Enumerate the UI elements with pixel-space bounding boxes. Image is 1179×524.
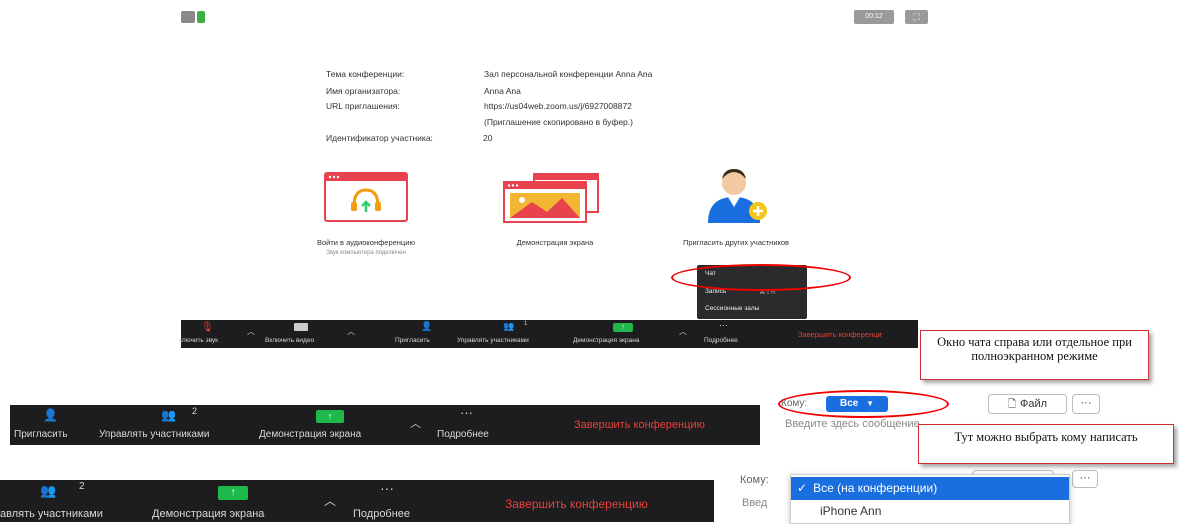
menu-item-breakout-rooms[interactable]: Сессионные залы [705, 305, 759, 312]
participant-count: 1 [524, 321, 528, 327]
dropdown-option-label: Все (на конференции) [813, 481, 938, 495]
fullscreen-icon[interactable]: ⛶ [905, 10, 928, 24]
toolbar-small: 🎙 ключить звук ︿ Включить видео ︿ 👤 Приг… [179, 320, 918, 348]
join-audio-label: Войти в аудиоконференцию [316, 238, 416, 247]
file-button-label: Файл [1020, 398, 1048, 410]
more-dots-icon[interactable]: ··· [380, 480, 394, 496]
topic-value: Зал персональной конференции Anna Ana [484, 69, 653, 79]
manage-participants-label[interactable]: Управлять участниками [457, 337, 529, 344]
topic-label: Тема конференции: [326, 69, 405, 79]
dropdown-option-iphone-ann[interactable]: iPhone Ann [820, 504, 881, 518]
annotation-note-chat-window: Окно чата справа или отдельное при полно… [920, 330, 1149, 380]
share-screen-label[interactable]: Демонстрация экрана [259, 429, 361, 440]
participant-count: 2 [192, 406, 198, 416]
audio-connected-label: Звук компьютера подключен [326, 250, 406, 256]
chat-more-button[interactable]: ··· [1072, 394, 1100, 414]
more-dots-icon[interactable]: ··· [719, 320, 728, 330]
checkmark-icon: ✓ [797, 481, 808, 495]
end-meeting-button[interactable]: Завершить конференцию [505, 497, 648, 511]
annotation-note-recipient: Тут можно выбрать кому написать [918, 424, 1174, 464]
url-label: URL приглашения: [326, 101, 400, 111]
more-label[interactable]: Подробнее [437, 429, 489, 440]
info-icon[interactable] [181, 11, 195, 23]
invite-icon[interactable]: 👤 [421, 321, 432, 332]
lock-icon[interactable] [197, 11, 205, 23]
share-chevron-icon[interactable]: ︿ [679, 326, 687, 337]
share-chevron-icon[interactable]: ︿ [410, 415, 421, 431]
screen-share-icon [503, 173, 599, 223]
invite-icon[interactable]: 👤 [43, 408, 58, 422]
participant-count: 2 [79, 481, 85, 492]
annotation-circle-chat [671, 264, 851, 291]
participants-icon[interactable]: 👥 [161, 408, 176, 422]
end-meeting-button[interactable]: Завершить конференцию [574, 419, 705, 431]
chat-input[interactable]: Введ [742, 497, 767, 509]
share-screen-card[interactable] [502, 172, 602, 224]
toolbar-large: 👥 2 авлять участниками ↑ Демонстрация эк… [0, 480, 714, 522]
invite-label[interactable]: Пригласить [395, 337, 430, 344]
more-label[interactable]: Подробнее [353, 508, 410, 520]
share-screen-label: Демонстрация экрана [516, 238, 594, 247]
annotation-circle-recipient [778, 390, 949, 418]
unmute-label[interactable]: ключить звук [179, 337, 218, 344]
participants-icon[interactable]: 👥 [40, 483, 56, 499]
more-dots-icon[interactable]: ··· [460, 405, 473, 420]
start-video-label[interactable]: Включить видео [265, 337, 314, 344]
chat-input[interactable]: Введите здесь сообщение [785, 418, 920, 430]
participant-id-value: 20 [483, 133, 493, 143]
headphone-icon [324, 172, 408, 222]
url-value[interactable]: https://us04web.zoom.us/j/6927008872 [484, 101, 632, 111]
to-label: Кому: [740, 474, 769, 486]
participant-id-label: Идентификатор участника: [326, 133, 433, 143]
manage-participants-label[interactable]: авлять участниками [0, 508, 103, 520]
file-icon: 🗋 [1007, 399, 1016, 410]
timer: 00:12 [854, 10, 894, 24]
audio-chevron-icon[interactable]: ︿ [247, 326, 255, 337]
recipient-dropdown: ✓ Все (на конференции) iPhone Ann [790, 474, 1070, 524]
share-screen-icon[interactable]: ↑ [218, 486, 248, 500]
video-chevron-icon[interactable]: ︿ [347, 326, 355, 337]
end-meeting-button[interactable]: Завершить конференци [798, 330, 882, 339]
invite-card[interactable] [700, 165, 775, 227]
invite-label[interactable]: Пригласить [14, 429, 68, 440]
join-audio-card[interactable] [324, 172, 408, 222]
file-button[interactable]: 🗋 Файл [988, 394, 1067, 414]
person-add-icon [708, 169, 767, 223]
manage-participants-label[interactable]: Управлять участниками [99, 429, 209, 440]
toolbar-medium: 👤 Пригласить 👥 2 Управлять участниками ↑… [10, 405, 760, 445]
share-screen-icon[interactable]: ↑ [316, 410, 344, 423]
chat-more-button[interactable]: ··· [1072, 470, 1098, 488]
share-screen-icon[interactable]: ↑ [613, 323, 633, 332]
share-screen-label[interactable]: Демонстрация экрана [152, 508, 264, 520]
video-off-icon[interactable] [294, 323, 308, 331]
host-value: Anna Ana [484, 86, 521, 96]
host-label: Имя организатора: [326, 86, 401, 96]
mic-muted-icon[interactable]: 🎙 [201, 322, 214, 333]
dropdown-option-everyone[interactable]: ✓ Все (на конференции) [791, 477, 1069, 500]
share-chevron-icon[interactable]: ︿ [324, 492, 336, 509]
participants-icon[interactable]: 👥 [503, 321, 514, 332]
url-note: (Приглашение скопировано в буфер.) [484, 117, 633, 127]
share-screen-label[interactable]: Демонстрация экрана [573, 337, 639, 344]
more-label[interactable]: Подробнее [704, 337, 738, 344]
invite-others-label: Пригласить других участников [682, 238, 790, 247]
